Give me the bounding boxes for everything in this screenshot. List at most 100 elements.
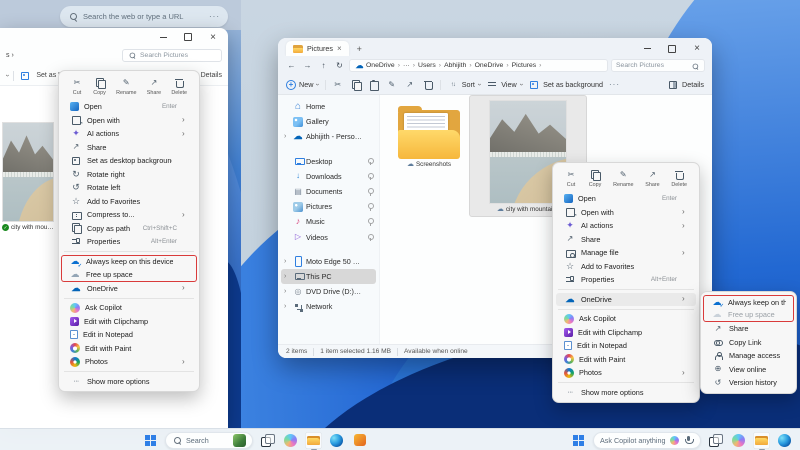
task-view-button[interactable] xyxy=(259,432,276,449)
menu-item[interactable]: Compress to... xyxy=(62,208,196,222)
menu-item[interactable]: Properties Alt+Enter xyxy=(556,273,696,287)
quick-action[interactable]: Share xyxy=(645,169,659,188)
menu-item[interactable]: Show more options xyxy=(62,375,196,389)
close-button[interactable] xyxy=(208,32,218,42)
left-search-input[interactable] xyxy=(140,52,217,59)
menu-item[interactable]: Rotate left xyxy=(62,181,196,195)
copilot-button[interactable] xyxy=(730,432,747,449)
sidebar-item[interactable]: Music xyxy=(281,214,376,229)
sidebar-item[interactable]: Abhijith - Personal xyxy=(281,129,376,144)
tab-pictures[interactable]: Pictures xyxy=(286,41,349,56)
menu-item[interactable]: Rotate right xyxy=(62,168,196,182)
more-icon[interactable]: ··· xyxy=(209,12,220,21)
breadcrumb-item[interactable]: Users xyxy=(418,62,444,69)
details-button[interactable]: Details xyxy=(201,72,222,79)
left-search-box[interactable] xyxy=(122,49,222,62)
sidebar-item[interactable]: Downloads xyxy=(281,169,376,184)
tab-close-icon[interactable] xyxy=(337,44,342,53)
menu-item[interactable]: Open Enter xyxy=(556,192,696,206)
close-button[interactable] xyxy=(692,44,702,54)
menu-item[interactable]: Ask Copilot xyxy=(556,312,696,326)
minimize-button[interactable] xyxy=(642,44,652,54)
submenu-item[interactable]: Always keep on this device xyxy=(703,295,794,309)
menu-item[interactable]: Photos xyxy=(62,355,196,369)
rename-icon[interactable] xyxy=(386,79,398,91)
new-button[interactable]: New xyxy=(286,80,319,90)
submenu-item[interactable]: Share xyxy=(704,322,793,336)
submenu-item[interactable]: Copy Link xyxy=(704,336,793,350)
browser-search-bar[interactable]: ··· xyxy=(60,6,228,27)
quick-action[interactable]: Delete xyxy=(171,77,187,96)
quick-action[interactable]: Cut xyxy=(565,169,577,188)
browser-search-input[interactable] xyxy=(83,12,204,21)
sidebar-item[interactable]: Home xyxy=(281,99,376,114)
edge-button[interactable] xyxy=(328,432,345,449)
cut-icon[interactable] xyxy=(332,79,344,91)
copy-icon[interactable] xyxy=(350,79,362,91)
menu-item[interactable]: Edit with Paint xyxy=(556,353,696,367)
breadcrumb-item[interactable]: Abhijith xyxy=(444,62,475,69)
up-icon[interactable] xyxy=(317,59,330,72)
maximize-button[interactable] xyxy=(667,44,677,54)
breadcrumb-fragment[interactable]: s › xyxy=(6,52,14,59)
more-icon[interactable]: ··· xyxy=(609,80,620,89)
menu-item[interactable]: OneDrive xyxy=(62,282,196,296)
breadcrumb-item[interactable]: ··· xyxy=(403,62,418,69)
sort-button[interactable]: Sort xyxy=(447,79,481,91)
menu-item[interactable]: Free up space xyxy=(61,268,197,282)
delete-icon[interactable] xyxy=(422,79,434,91)
breadcrumb-item[interactable]: OneDrive xyxy=(475,62,512,69)
menu-item[interactable]: Open Enter xyxy=(62,100,196,114)
submenu-item[interactable]: Version history xyxy=(704,376,793,390)
submenu-item[interactable]: View online xyxy=(704,363,793,377)
start-button[interactable] xyxy=(570,432,587,449)
menu-item[interactable]: Edit in Notepad xyxy=(556,339,696,353)
menu-item[interactable]: Show more options xyxy=(556,386,696,400)
sidebar-item[interactable]: Pictures xyxy=(281,199,376,214)
menu-item[interactable]: Edit with Clipchamp xyxy=(62,315,196,329)
search-box[interactable] xyxy=(611,59,705,72)
menu-item[interactable]: Ask Copilot xyxy=(62,301,196,315)
sidebar-item[interactable]: Documents xyxy=(281,184,376,199)
paste-icon[interactable] xyxy=(368,79,380,91)
sidebar-item[interactable]: This PC xyxy=(281,269,376,284)
share-icon[interactable] xyxy=(404,79,416,91)
copilot-button[interactable] xyxy=(282,432,299,449)
new-tab-button[interactable] xyxy=(357,44,362,54)
folder-tile-screenshots[interactable]: Screenshots xyxy=(388,103,470,168)
menu-item[interactable]: Share xyxy=(62,141,196,155)
taskbar-search[interactable]: Search xyxy=(165,432,253,449)
maximize-button[interactable] xyxy=(183,32,193,42)
submenu-item[interactable]: Free up space xyxy=(703,309,794,323)
menu-item[interactable]: AI actions xyxy=(62,127,196,141)
taskbar-copilot-search[interactable]: Ask Copilot anything xyxy=(593,432,701,449)
menu-item[interactable]: Add to Favorites xyxy=(556,260,696,274)
set-as-background-button[interactable]: Set as background xyxy=(528,79,603,91)
quick-action[interactable]: Rename xyxy=(116,77,136,96)
edge-button[interactable] xyxy=(776,432,793,449)
app-button-orange[interactable] xyxy=(351,432,368,449)
quick-action[interactable]: Rename xyxy=(613,169,633,188)
chevron-down-icon[interactable] xyxy=(4,74,11,76)
file-explorer-button[interactable] xyxy=(753,432,770,449)
submenu-item[interactable]: Manage access xyxy=(704,349,793,363)
back-icon[interactable] xyxy=(285,59,298,72)
menu-item[interactable]: Properties Alt+Enter xyxy=(62,235,196,249)
menu-item[interactable]: Always keep on this device xyxy=(61,255,197,269)
quick-action[interactable]: Share xyxy=(147,77,161,96)
sidebar-item[interactable]: Gallery xyxy=(281,114,376,129)
quick-action[interactable]: Copy xyxy=(93,77,106,96)
breadcrumb-item[interactable]: Pictures xyxy=(512,62,545,69)
minimize-button[interactable] xyxy=(158,32,168,42)
menu-item[interactable]: Edit with Clipchamp xyxy=(556,326,696,340)
sidebar-item[interactable]: DVD Drive (D:) CCC xyxy=(281,284,376,299)
refresh-icon[interactable] xyxy=(333,59,346,72)
sidebar-item[interactable]: Network xyxy=(281,299,376,314)
view-button[interactable]: View xyxy=(486,79,522,91)
menu-item[interactable]: Edit in Notepad xyxy=(62,328,196,342)
bing-daily-image[interactable] xyxy=(233,434,246,447)
start-button[interactable] xyxy=(142,432,159,449)
forward-icon[interactable] xyxy=(301,59,314,72)
menu-item[interactable]: Share xyxy=(556,233,696,247)
menu-item[interactable]: Open with xyxy=(62,114,196,128)
